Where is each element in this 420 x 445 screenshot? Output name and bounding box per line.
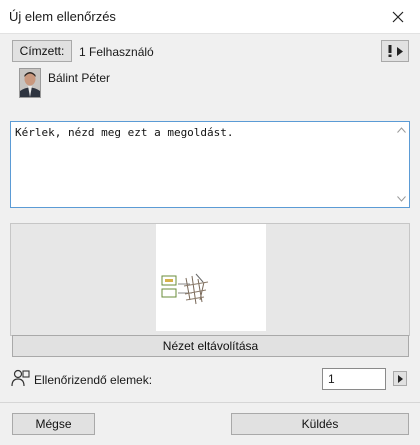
message-text: Kérlek, nézd meg ezt a megoldást. xyxy=(15,126,234,139)
footer-divider xyxy=(0,402,420,403)
view-preview xyxy=(10,223,410,336)
message-scrollbar[interactable] xyxy=(394,122,409,207)
close-icon xyxy=(392,11,404,22)
send-button[interactable]: Küldés xyxy=(231,413,409,435)
check-elements-arrow-button[interactable] xyxy=(393,371,407,386)
users-icon xyxy=(11,369,30,387)
title-bar: Új elem ellenőrzés xyxy=(0,0,420,34)
plan-drawing-image xyxy=(161,273,209,305)
message-textarea[interactable]: Kérlek, nézd meg ezt a megoldást. xyxy=(10,121,410,208)
check-elements-field[interactable]: 1 xyxy=(322,368,386,390)
remove-view-button[interactable]: Nézet eltávolítása xyxy=(12,335,409,357)
avatar-photo xyxy=(20,69,40,97)
check-elements-label: Ellenőrizendő elemek: xyxy=(34,373,153,387)
recipient-count: 1 Felhasználó xyxy=(79,45,154,59)
window-title: Új elem ellenőrzés xyxy=(9,9,116,24)
triangle-right-icon xyxy=(396,46,403,56)
scroll-up-icon xyxy=(397,127,406,133)
close-button[interactable] xyxy=(376,0,420,33)
recipients-button[interactable]: Címzett: xyxy=(12,40,72,62)
exclamation-icon xyxy=(388,45,391,57)
preview-thumbnail xyxy=(156,224,266,331)
user-name: Bálint Péter xyxy=(48,71,111,85)
options-menu-button[interactable] xyxy=(381,40,409,62)
user-avatar xyxy=(19,68,41,98)
scroll-down-icon xyxy=(397,196,406,202)
triangle-right-icon xyxy=(397,374,403,383)
cancel-button[interactable]: Mégse xyxy=(12,413,95,435)
